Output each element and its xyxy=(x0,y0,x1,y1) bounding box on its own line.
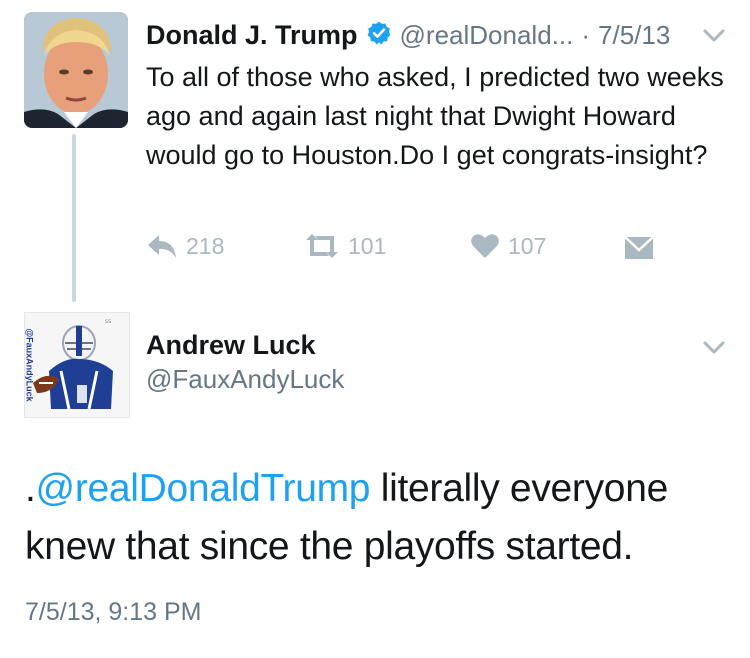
reply-tweet-text: .@realDonaldTrump literally everyone kne… xyxy=(25,460,725,576)
author-handle[interactable]: @realDonald... xyxy=(400,20,574,51)
reply-author-handle[interactable]: @FauxAndyLuck xyxy=(146,364,344,395)
reply-timestamp[interactable]: 7/5/13, 9:13 PM xyxy=(25,598,202,627)
thread-connector-line xyxy=(72,134,76,302)
parent-tweet-text: To all of those who asked, I predicted t… xyxy=(146,62,724,170)
like-count: 107 xyxy=(508,232,547,259)
reply-author-name-wrap: Andrew Luck xyxy=(146,330,316,361)
avatar-watermark-container: @FauxAndyLuck xyxy=(25,317,37,413)
reply-author-name[interactable]: Andrew Luck xyxy=(146,330,316,360)
like-button[interactable]: 107 xyxy=(470,232,546,260)
chevron-down-icon[interactable] xyxy=(702,340,726,361)
retweet-icon xyxy=(304,232,340,260)
separator-dot: · xyxy=(581,20,591,50)
chevron-down-icon[interactable] xyxy=(702,28,726,49)
svg-text:ss: ss xyxy=(105,318,111,325)
like-icon xyxy=(470,232,500,260)
direct-message-icon xyxy=(624,236,654,260)
trump-avatar-image xyxy=(24,12,128,128)
parent-tweet-header: Donald J. Trump @realDonald... · 7/5/13 xyxy=(146,20,670,51)
retweet-count: 101 xyxy=(348,232,387,259)
reply-button[interactable]: 218 xyxy=(146,232,224,260)
andrew-luck-avatar-image: ss xyxy=(25,313,129,417)
reply-text-prefix: . xyxy=(25,467,36,510)
direct-message-button[interactable] xyxy=(624,236,654,260)
reply-count: 218 xyxy=(186,232,225,259)
verified-badge-icon xyxy=(366,20,392,51)
retweet-button[interactable]: 101 xyxy=(304,232,386,260)
trump-avatar[interactable] xyxy=(24,12,128,128)
mention-link[interactable]: @realDonaldTrump xyxy=(36,467,371,510)
author-name[interactable]: Donald J. Trump xyxy=(146,20,358,51)
tweet-date[interactable]: 7/5/13 xyxy=(598,20,670,51)
reply-icon xyxy=(146,232,178,260)
avatar-watermark-text: @FauxAndyLuck xyxy=(25,328,36,402)
andrew-luck-avatar[interactable]: ss @FauxAndyLuck xyxy=(24,312,130,418)
